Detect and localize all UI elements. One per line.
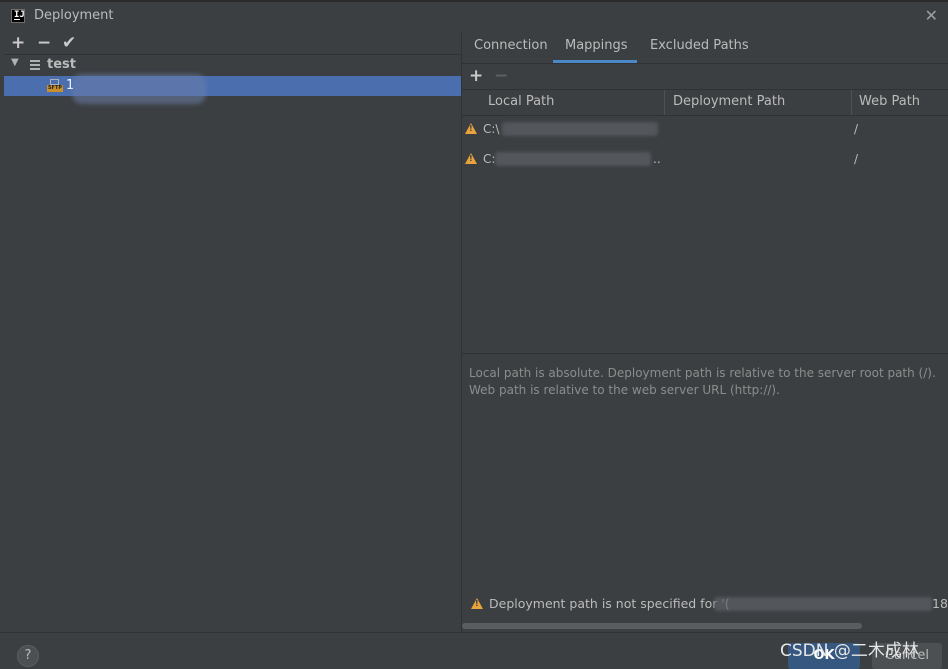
table-row[interactable]: C:\ /	[462, 115, 948, 145]
horizontal-scrollbar[interactable]	[462, 623, 948, 629]
remove-server-button[interactable]: −	[37, 32, 51, 54]
server-toolbar: + − ✔	[4, 32, 461, 55]
sftp-badge: SFTP	[47, 85, 63, 92]
intellij-app-icon: IJ	[11, 9, 25, 23]
redacted-local-path	[495, 152, 651, 166]
redacted-server-name	[72, 74, 206, 104]
tab-excluded-paths[interactable]: Excluded Paths	[650, 38, 749, 53]
tree-node-label: test	[47, 57, 76, 72]
add-server-button[interactable]: +	[11, 32, 25, 54]
app-icon-bar	[14, 19, 20, 20]
column-web-path[interactable]: Web Path	[859, 94, 920, 109]
column-divider[interactable]	[664, 90, 665, 115]
help-button[interactable]: ?	[17, 645, 39, 667]
deployment-path-warning: Deployment path is not specified for '( …	[462, 593, 948, 615]
local-path-cell[interactable]: C:	[483, 152, 495, 166]
warning-icon	[465, 153, 477, 164]
top-border	[0, 0, 948, 2]
tree-node-sftp-server[interactable]: SFTP 1	[4, 74, 461, 104]
mappings-table: Local Path Deployment Path Web Path C:\ …	[462, 89, 948, 353]
mappings-toolbar: + −	[462, 63, 948, 89]
tab-connection[interactable]: Connection	[474, 38, 548, 53]
csdn-watermark: CSDN @二木成林	[780, 641, 919, 661]
title-bar: IJ Deployment ✕	[0, 0, 948, 32]
redacted-warning-path	[714, 597, 932, 611]
remove-mapping-button[interactable]: −	[494, 63, 508, 89]
local-path-cell[interactable]: C:\	[483, 122, 499, 136]
window-title: Deployment	[34, 8, 114, 23]
warning-text-suffix: 18\	[932, 596, 948, 611]
close-icon[interactable]: ✕	[925, 6, 938, 25]
table-header: Local Path Deployment Path Web Path	[462, 89, 948, 116]
set-default-button[interactable]: ✔	[62, 32, 76, 54]
column-deployment-path[interactable]: Deployment Path	[673, 94, 785, 109]
scrollbar-thumb[interactable]	[462, 623, 862, 629]
column-local-path[interactable]: Local Path	[488, 94, 554, 109]
table-row[interactable]: C: .. /	[462, 145, 948, 175]
local-path-ellipsis: ..	[653, 152, 661, 166]
sftp-server-icon: SFTP	[47, 79, 63, 93]
chevron-down-icon[interactable]: ▼	[11, 57, 19, 68]
mapping-help-text: Local path is absolute. Deployment path …	[469, 365, 939, 399]
warning-icon	[465, 123, 477, 134]
table-help-divider	[462, 353, 948, 354]
help-line-1: Local path is absolute. Deployment path …	[469, 366, 936, 380]
server-group-icon	[30, 60, 40, 70]
tree-node-test[interactable]: ▼ test	[4, 55, 461, 75]
help-line-2: Web path is relative to the web server U…	[469, 383, 780, 397]
tab-mappings[interactable]: Mappings	[565, 38, 628, 53]
redacted-local-path	[502, 122, 658, 136]
settings-tabs: Connection Mappings Excluded Paths	[462, 32, 948, 64]
server-settings-panel: Connection Mappings Excluded Paths + − L…	[462, 32, 948, 632]
web-path-cell[interactable]: /	[854, 152, 858, 166]
add-mapping-button[interactable]: +	[469, 63, 483, 89]
warning-icon	[471, 598, 483, 609]
server-list-panel: + − ✔ ▼ test SFTP 1	[4, 32, 461, 632]
column-divider[interactable]	[851, 90, 852, 115]
web-path-cell[interactable]: /	[854, 122, 858, 136]
warning-text: Deployment path is not specified for '(	[489, 596, 730, 611]
